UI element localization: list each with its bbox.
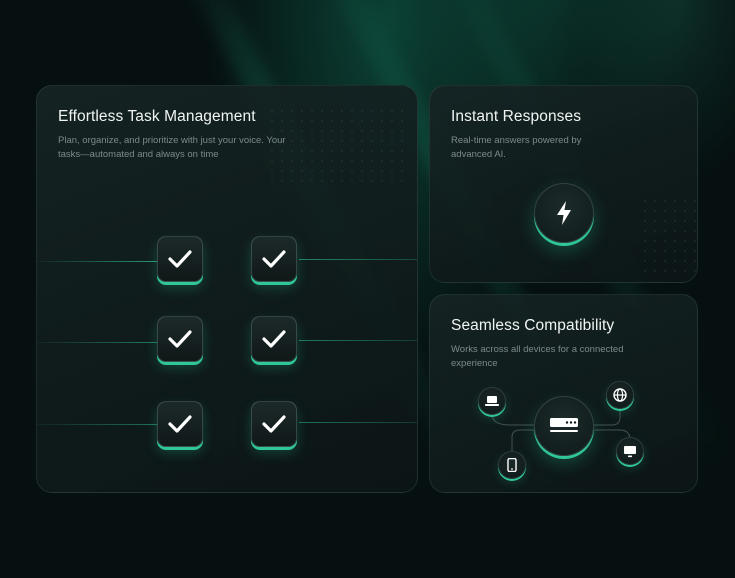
globe-icon	[613, 388, 627, 402]
checkmark-icon	[262, 415, 286, 433]
phone-device[interactable]	[498, 451, 526, 479]
checkmark-icon	[262, 250, 286, 268]
router-icon	[550, 418, 578, 432]
checkmark-icon	[168, 330, 192, 348]
divider-line	[299, 340, 417, 341]
divider-line	[299, 422, 417, 423]
laptop-device[interactable]	[478, 387, 506, 415]
card-title: Instant Responses	[451, 108, 582, 125]
task-checkbox[interactable]	[157, 236, 203, 282]
task-checkbox[interactable]	[157, 401, 203, 447]
task-checkbox[interactable]	[251, 401, 297, 447]
task-checkbox[interactable]	[157, 316, 203, 362]
dot-pattern	[640, 196, 697, 276]
checkmark-icon	[168, 415, 192, 433]
instant-responses-card: Instant Responses Real-time answers powe…	[429, 85, 698, 283]
divider-line	[37, 424, 157, 425]
router-hub[interactable]	[534, 396, 594, 456]
divider-line	[299, 259, 417, 260]
checkmark-icon	[168, 250, 192, 268]
task-management-card: Effortless Task Management Plan, organiz…	[36, 85, 418, 493]
card-description: Plan, organize, and prioritize with just…	[58, 135, 286, 160]
task-checkbox[interactable]	[251, 236, 297, 282]
divider-line	[37, 261, 157, 262]
monitor-icon	[624, 445, 636, 457]
phone-icon	[507, 458, 517, 472]
card-title: Effortless Task Management	[58, 108, 256, 125]
laptop-icon	[485, 396, 499, 406]
task-checkbox[interactable]	[251, 316, 297, 362]
lightning-bolt-icon	[557, 201, 571, 225]
connector-lines	[491, 409, 631, 466]
checkmark-icon	[262, 330, 286, 348]
monitor-device[interactable]	[616, 437, 644, 465]
instant-response-button[interactable]	[534, 183, 594, 243]
divider-line	[37, 342, 157, 343]
web-device[interactable]	[606, 381, 634, 409]
seamless-compatibility-card: Seamless Compatibility Works across all …	[429, 294, 698, 493]
card-description: Real-time answers powered by advanced AI…	[451, 135, 582, 160]
